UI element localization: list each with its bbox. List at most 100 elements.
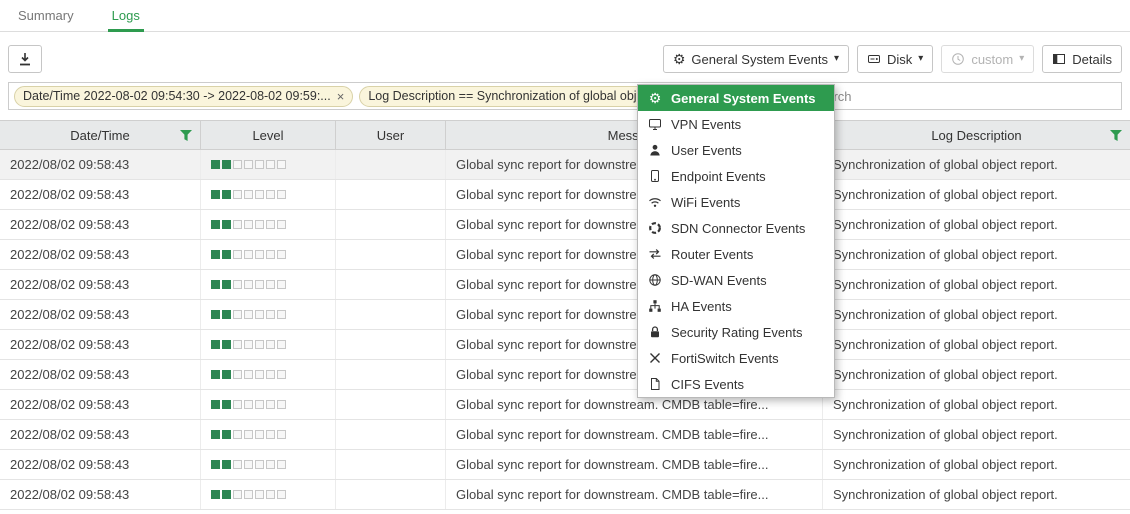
chevron-down-icon: ▾ [918,54,923,64]
level-square [255,190,264,199]
level-square [244,280,253,289]
tab-logs[interactable]: Logs [108,0,144,31]
cell-level [200,360,335,389]
level-square [222,220,231,229]
log-row[interactable]: 2022/08/02 09:58:43Global sync report fo… [0,390,1130,420]
level-square [244,160,253,169]
disk-dropdown-button[interactable]: Disk ▾ [857,45,933,73]
column-header-user[interactable]: User [335,121,445,149]
menu-item-user-events[interactable]: User Events [638,137,834,163]
level-square [233,280,242,289]
table-header: Date/TimeLevelUserMessageLog Description [0,120,1130,150]
level-square [255,160,264,169]
cell-user [335,480,445,509]
menu-item-ha-events[interactable]: HA Events [638,293,834,319]
log-row[interactable]: 2022/08/02 09:58:43Global sync report fo… [0,360,1130,390]
filter-funnel-icon[interactable] [1110,130,1122,141]
menu-item-label: CIFS Events [671,377,744,392]
cell-datetime: 2022/08/02 09:58:43 [0,390,200,419]
log-row[interactable]: 2022/08/02 09:58:43Global sync report fo… [0,240,1130,270]
log-row[interactable]: 2022/08/02 09:58:43Global sync report fo… [0,450,1130,480]
menu-item-label: SD-WAN Events [671,273,767,288]
cell-level [200,240,335,269]
event-type-dropdown-button[interactable]: ⚙ General System Events ▾ [663,45,849,73]
clock-icon [951,52,965,66]
level-square [277,220,286,229]
log-row[interactable]: 2022/08/02 09:58:43Global sync report fo… [0,330,1130,360]
menu-item-fortiswitch-events[interactable]: FortiSwitch Events [638,345,834,371]
menu-item-vpn-events[interactable]: VPN Events [638,111,834,137]
log-row[interactable]: 2022/08/02 09:58:43Global sync report fo… [0,180,1130,210]
level-square [255,250,264,259]
details-button[interactable]: Details [1042,45,1122,73]
level-square [233,190,242,199]
cell-user [335,390,445,419]
level-square [244,340,253,349]
search-box [792,89,1116,104]
level-square [277,460,286,469]
menu-item-endpoint-events[interactable]: Endpoint Events [638,163,834,189]
cell-user [335,180,445,209]
cell-datetime: 2022/08/02 09:58:43 [0,360,200,389]
level-square [277,280,286,289]
event-type-menu: ⚙General System Events VPN Events User Eve… [637,84,835,398]
sdwan-icon [647,273,663,287]
log-row[interactable]: 2022/08/02 09:58:43Global sync report fo… [0,480,1130,510]
level-square [244,250,253,259]
menu-item-cifs-events[interactable]: CIFS Events [638,371,834,397]
menu-item-router-events[interactable]: Router Events [638,241,834,267]
menu-item-general-system-events[interactable]: ⚙General System Events [638,85,834,111]
custom-time-dropdown-button[interactable]: custom ▾ [941,45,1034,73]
menu-item-wifi-events[interactable]: WiFi Events [638,189,834,215]
cell-description: Synchronization of global object report. [822,420,1130,449]
menu-item-sd-wan-events[interactable]: SD-WAN Events [638,267,834,293]
cell-datetime: 2022/08/02 09:58:43 [0,300,200,329]
level-square [255,220,264,229]
filter-chip-label: Date/Time 2022-08-02 09:54:30 -> 2022-08… [23,89,331,103]
cell-level [200,300,335,329]
level-square [211,250,220,259]
log-row[interactable]: 2022/08/02 09:58:43Global sync report fo… [0,300,1130,330]
menu-item-sdn-connector-events[interactable]: SDN Connector Events [638,215,834,241]
cell-datetime: 2022/08/02 09:58:43 [0,330,200,359]
column-label: User [377,128,404,143]
log-row[interactable]: 2022/08/02 09:58:43Global sync report fo… [0,150,1130,180]
log-row[interactable]: 2022/08/02 09:58:43Global sync report fo… [0,420,1130,450]
endpoint-icon [647,169,663,183]
cell-datetime: 2022/08/02 09:58:43 [0,150,200,179]
column-header-level[interactable]: Level [200,121,335,149]
menu-item-label: VPN Events [671,117,741,132]
cell-datetime: 2022/08/02 09:58:43 [0,270,200,299]
column-header-log-description[interactable]: Log Description [822,121,1130,149]
cell-datetime: 2022/08/02 09:58:43 [0,420,200,449]
level-square [211,490,220,499]
cell-level [200,150,335,179]
column-label: Log Description [931,128,1021,143]
cell-datetime: 2022/08/02 09:58:43 [0,210,200,239]
menu-item-label: Security Rating Events [671,325,803,340]
filter-bar: Date/Time 2022-08-02 09:54:30 -> 2022-08… [8,82,1122,110]
search-input[interactable] [810,89,1116,104]
log-row[interactable]: 2022/08/02 09:58:43Global sync report fo… [0,210,1130,240]
toolbar-right-group: ⚙ General System Events ▾ Disk ▾ custom … [663,45,1122,73]
chip-close-icon[interactable]: × [337,90,345,103]
tab-summary[interactable]: Summary [14,0,78,31]
menu-item-label: HA Events [671,299,732,314]
level-square [222,370,231,379]
log-row[interactable]: 2022/08/02 09:58:43Global sync report fo… [0,270,1130,300]
level-square [211,280,220,289]
menu-item-label: User Events [671,143,742,158]
cell-description: Synchronization of global object report. [822,390,1130,419]
cell-message: Global sync report for downstream. CMDB … [445,480,822,509]
level-square [222,280,231,289]
column-header-date-time[interactable]: Date/Time [0,121,200,149]
cell-user [335,450,445,479]
level-square [222,340,231,349]
monitor-icon [647,117,663,131]
log-viewer-app: Summary Logs ⚙ General System Events ▾ Di… [0,0,1130,514]
download-button[interactable] [8,45,42,73]
cell-description: Synchronization of global object report. [822,480,1130,509]
filter-funnel-icon[interactable] [180,130,192,141]
details-button-label: Details [1072,52,1112,67]
menu-item-security-rating-events[interactable]: Security Rating Events [638,319,834,345]
